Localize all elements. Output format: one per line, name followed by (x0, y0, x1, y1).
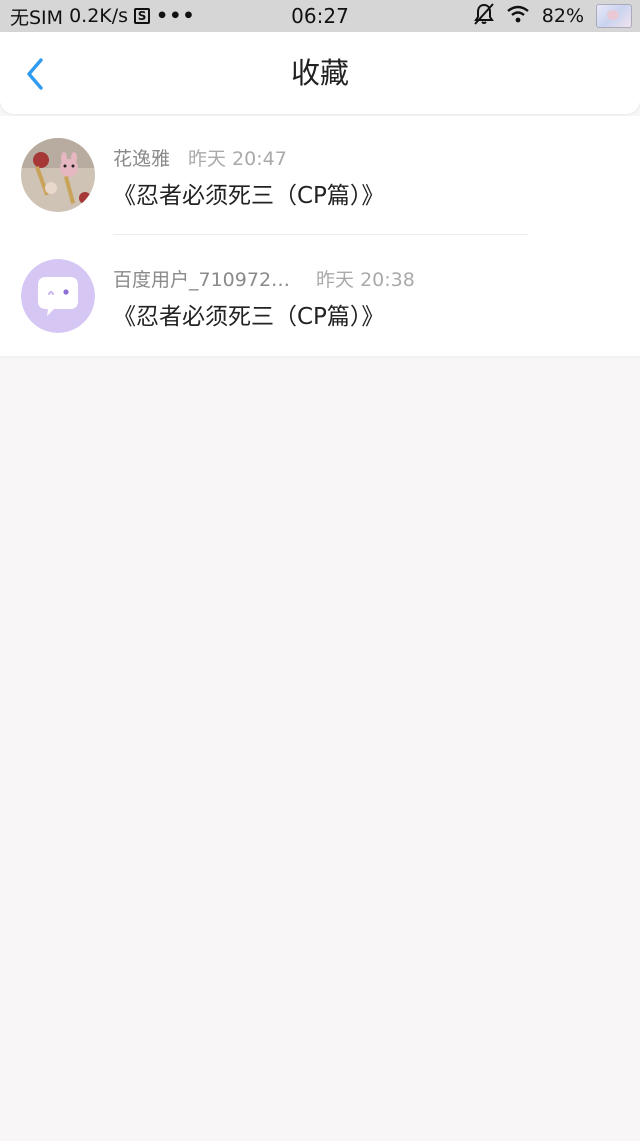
status-bar: 无SIM 0.2K/s S ••• 06:27 82% (0, 0, 640, 32)
list-item[interactable]: 百度用户_710972… 昨天 20:38 《忍者必须死三（CP篇）》 (0, 237, 640, 357)
wifi-icon (506, 5, 530, 28)
item-title: 《忍者必须死三（CP篇）》 (113, 183, 385, 209)
photo-avatar-icon (21, 138, 95, 212)
avatar[interactable] (21, 259, 95, 333)
avatar[interactable] (21, 138, 95, 212)
item-meta: 花逸雅 昨天 20:47 (113, 144, 287, 170)
more-dots: ••• (156, 5, 196, 27)
item-username[interactable]: 百度用户_710972… (113, 265, 290, 292)
status-left: 无SIM 0.2K/s S ••• (10, 0, 195, 32)
network-speed: 0.2K/s (69, 5, 129, 27)
bell-muted-icon (473, 2, 494, 30)
chevron-left-icon (25, 57, 45, 95)
favorites-list: 花逸雅 昨天 20:47 《忍者必须死三（CP篇）》 百度用户_710972… … (0, 116, 640, 358)
carrier-label: 无SIM (10, 6, 64, 29)
divider (113, 234, 528, 235)
battery-icon (596, 4, 632, 28)
list-bottom-shadow (0, 356, 640, 360)
item-username[interactable]: 花逸雅 (113, 144, 170, 171)
status-right: 82% (473, 0, 632, 32)
item-title: 《忍者必须死三（CP篇）》 (113, 304, 385, 330)
header: 收藏 (0, 32, 640, 114)
item-meta: 百度用户_710972… 昨天 20:38 (113, 265, 415, 291)
back-button[interactable] (18, 56, 52, 96)
s-badge-icon: S (134, 8, 151, 24)
list-item[interactable]: 花逸雅 昨天 20:47 《忍者必须死三（CP篇）》 (0, 116, 640, 236)
item-timestamp: 昨天 20:38 (316, 268, 415, 291)
chat-bubble-avatar-icon (21, 259, 95, 333)
item-timestamp: 昨天 20:47 (188, 147, 287, 170)
page-title: 收藏 (290, 56, 349, 90)
battery-percent: 82% (541, 5, 584, 27)
